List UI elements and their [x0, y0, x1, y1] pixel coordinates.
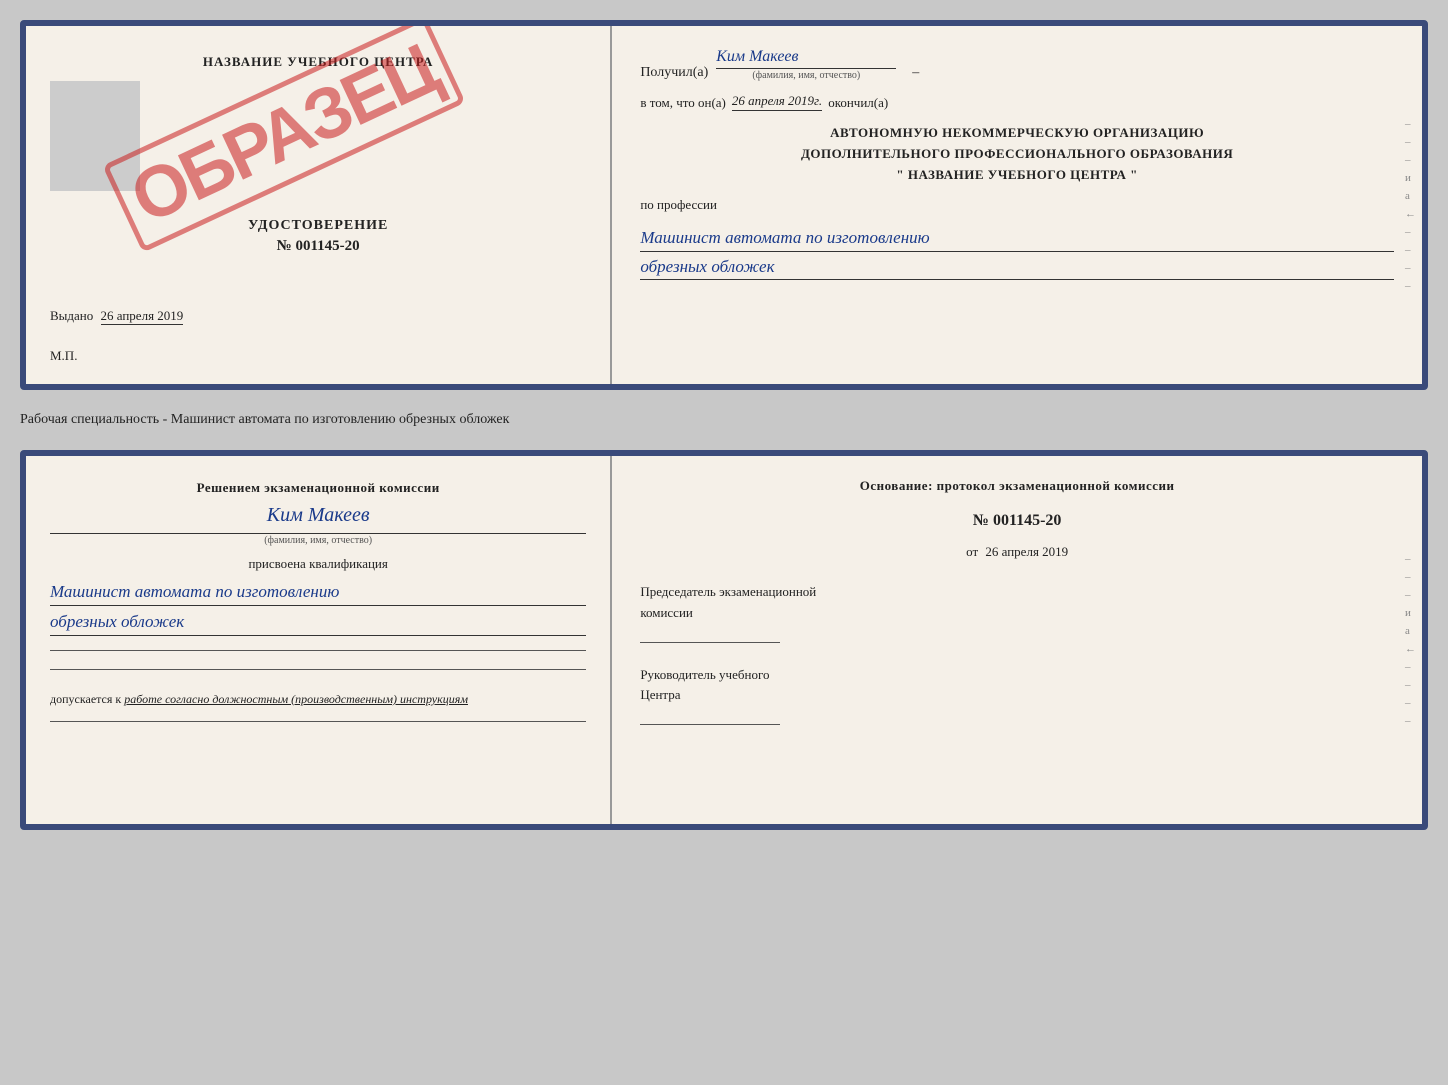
ot-date-value: 26 апреля 2019: [985, 544, 1068, 559]
predsedatel-line2: комиссии: [640, 603, 1394, 624]
ot-label: от: [966, 544, 978, 559]
protocol-num: № 001145-20: [640, 512, 1394, 530]
doc2-fio-caption: (фамилия, имя, отчество): [50, 533, 586, 546]
org-line3: " НАЗВАНИЕ УЧЕБНОГО ЦЕНТРА ": [640, 165, 1394, 186]
document-2: Решением экзаменационной комиссии Ким Ма…: [20, 450, 1428, 830]
poluchil-label: Получил(а): [640, 65, 708, 81]
org-line2: ДОПОЛНИТЕЛЬНОГО ПРОФЕССИОНАЛЬНОГО ОБРАЗО…: [640, 144, 1394, 165]
doc2-blank-lines: [50, 650, 586, 670]
vtom-date: 26 апреля 2019г.: [732, 93, 822, 111]
document-1: НАЗВАНИЕ УЧЕБНОГО ЦЕНТРА ОБРАЗЕЦ УДОСТОВ…: [20, 20, 1428, 390]
predsedatel-sign-line: [640, 642, 780, 643]
osnovanie-label: Основание: протокол экзаменационной коми…: [640, 478, 1394, 494]
org-block: АВТОНОМНУЮ НЕКОММЕРЧЕСКУЮ ОРГАНИЗАЦИЮ ДО…: [640, 123, 1394, 185]
rukovoditel-sign-line: [640, 724, 780, 725]
dopuskaetsya-text: допускается к работе согласно должностны…: [50, 692, 586, 707]
poluchil-row: Получил(а) Ким Макеев (фамилия, имя, отч…: [640, 48, 1394, 81]
rukovoditel-line2: Центра: [640, 685, 1394, 706]
doc1-right-panel: Получил(а) Ким Макеев (фамилия, имя, отч…: [612, 26, 1422, 384]
page-wrapper: НАЗВАНИЕ УЧЕБНОГО ЦЕНТРА ОБРАЗЕЦ УДОСТОВ…: [20, 20, 1428, 830]
org-line1: АВТОНОМНУЮ НЕКОММЕРЧЕСКУЮ ОРГАНИЗАЦИЮ: [640, 123, 1394, 144]
ot-date: от 26 апреля 2019: [640, 544, 1394, 560]
po-professii-label: по профессии: [640, 197, 1394, 213]
doc2-left-panel: Решением экзаменационной комиссии Ким Ма…: [26, 456, 612, 824]
udostoverenie-num: № 001145-20: [248, 238, 388, 255]
professiya-block: Машинист автомата по изготовлению обрезн…: [640, 225, 1394, 280]
separator-text: Рабочая специальность - Машинист автомат…: [20, 408, 1428, 432]
resheniyem-label: Решением экзаменационной комиссии: [50, 478, 586, 498]
rukovoditel-line1: Руководитель учебного: [640, 665, 1394, 686]
rukovoditel-block: Руководитель учебного Центра: [640, 665, 1394, 726]
udostoverenie-label: УДОСТОВЕРЕНИЕ: [248, 218, 388, 234]
dopuskaetsya-italic: работе согласно должностным (производств…: [124, 692, 468, 706]
vydano-row: Выдано 26 апреля 2019: [50, 308, 183, 324]
dopuskaetsya-prefix: допускается к: [50, 692, 121, 706]
dash1: –: [912, 65, 919, 81]
side-chars-doc2: – – – и а ← – – – –: [1405, 553, 1416, 727]
prisvoena-label: присвоена квалификация: [50, 556, 586, 572]
doc2-kvalifikaciya: Машинист автомата по изготовлению обрезн…: [50, 578, 586, 636]
blank-line-3: [50, 721, 586, 722]
professiya-line1: Машинист автомата по изготовлению: [640, 225, 1394, 252]
vtom-row: в том, что он(а) 26 апреля 2019г. окончи…: [640, 93, 1394, 111]
doc2-right-panel: Основание: протокол экзаменационной коми…: [612, 456, 1422, 824]
fio-caption: (фамилия, имя, отчество): [752, 70, 860, 81]
predsedatel-line1: Председатель экзаменационной: [640, 582, 1394, 603]
doc1-left-panel: НАЗВАНИЕ УЧЕБНОГО ЦЕНТРА ОБРАЗЕЦ УДОСТОВ…: [26, 26, 612, 384]
vtom-label: в том, что он(а): [640, 95, 726, 111]
blank-line-1: [50, 650, 586, 651]
doc2-kval-line1: Машинист автомата по изготовлению: [50, 578, 586, 606]
professiya-line2: обрезных обложек: [640, 254, 1394, 281]
vydano-label: Выдано: [50, 308, 93, 323]
mp-label: М.П.: [50, 348, 77, 364]
okonchil-label: окончил(а): [828, 95, 888, 111]
doc2-kval-line2: обрезных обложек: [50, 608, 586, 636]
blank-line-2: [50, 669, 586, 670]
side-chars-doc1: – – – и а ← – – – –: [1405, 118, 1416, 292]
doc2-kim-makeev: Ким Макеев: [50, 504, 586, 527]
predsedatel-block: Председатель экзаменационной комиссии: [640, 582, 1394, 643]
vydano-date: 26 апреля 2019: [101, 308, 184, 325]
poluchil-name: Ким Макеев: [716, 48, 896, 69]
